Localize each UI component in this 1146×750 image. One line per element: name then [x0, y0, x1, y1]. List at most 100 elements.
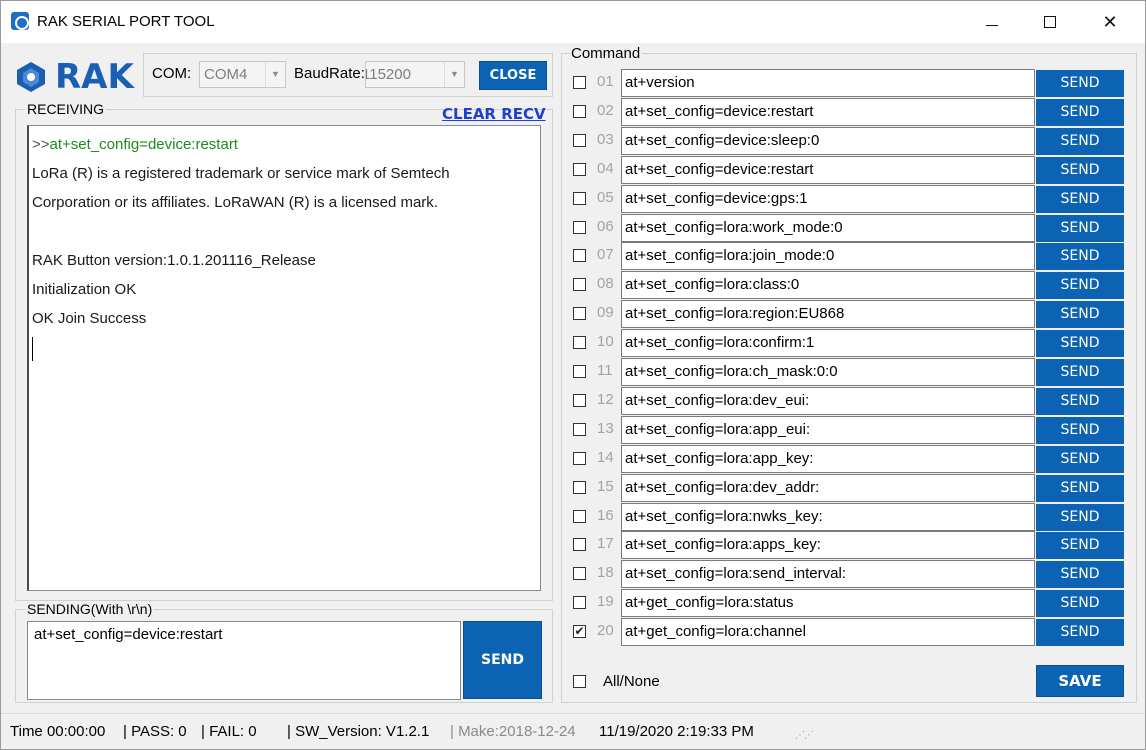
command-checkbox[interactable]: [573, 133, 586, 147]
command-checkbox[interactable]: [573, 220, 586, 234]
command-input[interactable]: at+set_config=lora:join_mode:0: [621, 242, 1035, 271]
command-checkbox[interactable]: [573, 249, 586, 263]
command-send-button[interactable]: SEND: [1036, 243, 1124, 271]
command-input[interactable]: at+set_config=lora:work_mode:0: [621, 213, 1035, 242]
all-none-label: All/None: [603, 673, 660, 690]
command-checkbox[interactable]: [573, 538, 586, 552]
command-row: 06 at+set_config=lora:work_mode:0 SEND: [571, 213, 1127, 243]
command-send-button[interactable]: SEND: [1036, 301, 1124, 329]
command-input[interactable]: at+set_config=device:restart: [621, 155, 1035, 184]
command-input[interactable]: at+set_config=lora:dev_eui:: [621, 386, 1035, 415]
command-input[interactable]: at+get_config=lora:channel: [621, 618, 1035, 647]
command-checkbox[interactable]: [573, 480, 586, 494]
command-checkbox[interactable]: [573, 104, 586, 118]
command-input[interactable]: at+set_config=device:gps:1: [621, 184, 1035, 213]
receiving-label: RECEIVING: [25, 101, 107, 117]
command-send-button[interactable]: SEND: [1036, 98, 1124, 126]
baudrate-select[interactable]: 115200 ▼: [365, 61, 465, 88]
send-button[interactable]: SEND: [463, 621, 542, 699]
command-input[interactable]: at+set_config=device:restart: [621, 97, 1035, 126]
command-input[interactable]: at+set_config=lora:apps_key:: [621, 531, 1035, 560]
receive-log[interactable]: >>at+set_config=device:restart LoRa (R) …: [27, 125, 541, 591]
send-input[interactable]: at+set_config=device:restart: [27, 621, 461, 700]
command-input[interactable]: at+set_config=lora:nwks_key:: [621, 502, 1035, 531]
command-send-button[interactable]: SEND: [1036, 272, 1124, 300]
command-label: Command: [569, 45, 643, 62]
command-input[interactable]: at+set_config=lora:confirm:1: [621, 329, 1035, 358]
command-send-button[interactable]: SEND: [1036, 474, 1124, 502]
command-number: 15: [597, 477, 614, 495]
log-line: Initialization OK: [32, 281, 137, 298]
all-none-checkbox[interactable]: [573, 675, 586, 688]
command-input[interactable]: at+set_config=lora:class:0: [621, 271, 1035, 300]
command-row: 07 at+set_config=lora:join_mode:0 SEND: [571, 242, 1127, 271]
command-send-button[interactable]: SEND: [1036, 70, 1124, 97]
command-input[interactable]: at+set_config=lora:ch_mask:0:0: [621, 358, 1035, 386]
log-line: RAK Button version:1.0.1.201116_Release: [32, 252, 316, 269]
command-send-button[interactable]: SEND: [1036, 561, 1124, 589]
command-send-button[interactable]: SEND: [1036, 445, 1124, 473]
save-button[interactable]: SAVE: [1036, 665, 1124, 697]
command-checkbox[interactable]: [573, 422, 586, 436]
command-checkbox[interactable]: [573, 76, 586, 89]
command-checkbox[interactable]: [573, 509, 586, 523]
com-port-select[interactable]: COM4 ▼: [199, 61, 286, 88]
command-input[interactable]: at+set_config=lora:dev_addr:: [621, 473, 1035, 502]
command-send-button[interactable]: SEND: [1036, 185, 1124, 213]
title-bar: RAK SERIAL PORT TOOL ✕: [1, 1, 1145, 43]
command-checkbox[interactable]: [573, 336, 586, 350]
status-sw-version: | SW_Version: V1.2.1: [287, 723, 430, 740]
command-send-button[interactable]: SEND: [1036, 359, 1124, 386]
command-send-button[interactable]: SEND: [1036, 387, 1124, 415]
command-send-button[interactable]: SEND: [1036, 503, 1124, 531]
com-label: COM:: [152, 65, 192, 82]
command-send-button[interactable]: SEND: [1036, 156, 1124, 184]
close-port-button[interactable]: CLOSE: [479, 61, 547, 90]
command-send-button[interactable]: SEND: [1036, 416, 1124, 444]
command-number: 02: [597, 101, 614, 119]
command-input[interactable]: at+set_config=lora:app_eui:: [621, 415, 1035, 444]
command-checkbox[interactable]: [573, 567, 586, 581]
command-send-button[interactable]: SEND: [1036, 330, 1124, 358]
maximize-button[interactable]: [1027, 5, 1073, 39]
command-number: 01: [597, 73, 614, 90]
command-checkbox[interactable]: [573, 278, 586, 292]
command-send-button[interactable]: SEND: [1036, 619, 1124, 647]
command-row: 04 at+set_config=device:restart SEND: [571, 155, 1127, 185]
command-input[interactable]: at+set_config=lora:region:EU868: [621, 300, 1035, 329]
command-checkbox[interactable]: [573, 451, 586, 465]
command-checkbox[interactable]: [573, 365, 586, 378]
command-send-button[interactable]: SEND: [1036, 532, 1124, 560]
command-send-button[interactable]: SEND: [1036, 214, 1124, 242]
resize-grip-icon[interactable]: ⋰⋰: [795, 730, 814, 742]
command-number: 04: [597, 159, 614, 177]
command-input[interactable]: at+set_config=lora:send_interval:: [621, 560, 1035, 589]
command-number: 11: [597, 362, 613, 379]
command-row: 01 at+version SEND: [571, 69, 1127, 98]
command-input[interactable]: at+set_config=device:sleep:0: [621, 126, 1035, 155]
command-number: 18: [597, 564, 614, 582]
command-row: 13 at+set_config=lora:app_eui: SEND: [571, 415, 1127, 445]
clear-recv-link[interactable]: CLEAR RECV: [442, 105, 546, 123]
status-pass: | PASS: 0: [123, 723, 187, 740]
command-input[interactable]: at+version: [621, 69, 1035, 97]
command-checkbox[interactable]: ✔: [573, 625, 586, 639]
minimize-button[interactable]: [969, 5, 1015, 39]
status-datetime: 11/19/2020 2:19:33 PM: [599, 723, 754, 740]
command-checkbox[interactable]: [573, 162, 586, 176]
close-icon: ✕: [1102, 11, 1118, 32]
command-checkbox[interactable]: [573, 596, 586, 610]
command-row: 03 at+set_config=device:sleep:0 SEND: [571, 126, 1127, 156]
serial-port-app-icon: [11, 12, 29, 30]
command-row: 15 at+set_config=lora:dev_addr: SEND: [571, 473, 1127, 503]
command-input[interactable]: at+get_config=lora:status: [621, 589, 1035, 618]
command-send-button[interactable]: SEND: [1036, 590, 1124, 618]
command-checkbox[interactable]: [573, 307, 586, 321]
command-checkbox[interactable]: [573, 191, 586, 205]
command-row: ✔ 20 at+get_config=lora:channel SEND: [571, 618, 1127, 647]
command-row: 19 at+get_config=lora:status SEND: [571, 589, 1127, 618]
command-input[interactable]: at+set_config=lora:app_key:: [621, 444, 1035, 473]
command-checkbox[interactable]: [573, 393, 586, 407]
close-window-button[interactable]: ✕: [1087, 5, 1133, 39]
command-send-button[interactable]: SEND: [1036, 127, 1124, 155]
